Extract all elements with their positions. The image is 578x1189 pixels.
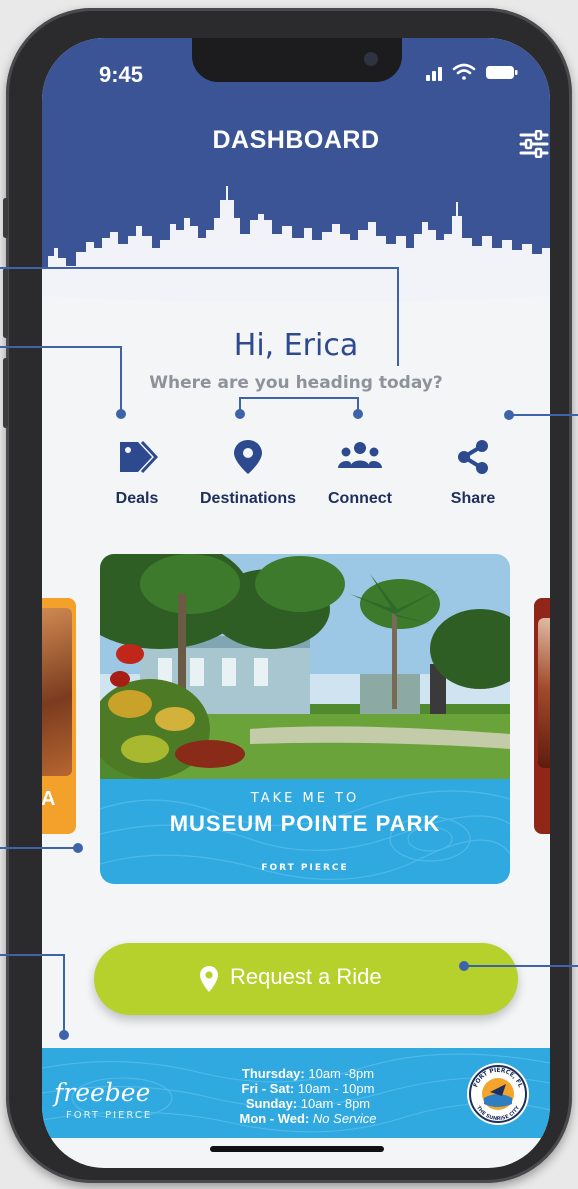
wifi-icon xyxy=(452,63,476,80)
card-letter: A xyxy=(42,788,56,810)
volume-down-button xyxy=(3,358,8,428)
destination-name: MUSEUM POINTE PARK xyxy=(169,811,441,836)
request-ride-button[interactable]: Request a Ride xyxy=(94,943,518,1015)
quick-action-label: Deals xyxy=(115,490,159,507)
hours-row: Fri - Sat: 10am - 10pm xyxy=(241,1081,375,1096)
volume-up-button xyxy=(3,268,8,338)
quick-action-share[interactable]: Share xyxy=(418,438,528,508)
food-photo xyxy=(42,608,72,776)
hours-row: Thursday: 10am -8pm xyxy=(241,1066,375,1081)
service-hours-footer: freebee FORT PIERCE Thursday: 10am -8pm … xyxy=(42,1048,550,1138)
status-icons xyxy=(426,63,518,81)
destination-card-museum-pointe-park[interactable]: TAKE ME TO MUSEUM POINTE PARK FORT PIERC… xyxy=(100,554,510,884)
destination-pretitle: TAKE ME TO xyxy=(250,791,360,806)
city-skyline-graphic xyxy=(42,186,550,318)
mute-switch xyxy=(3,198,8,238)
quick-action-label: Destinations xyxy=(199,490,296,507)
page-title: DASHBOARD xyxy=(212,126,380,154)
freebee-logo-subtitle: FORT PIERCE xyxy=(66,1110,153,1121)
destination-card-previous[interactable]: A xyxy=(42,598,76,834)
quick-action-connect[interactable]: Connect xyxy=(305,438,415,508)
camera-notch xyxy=(192,38,402,82)
quick-action-destinations[interactable]: Destinations xyxy=(193,438,303,508)
battery-icon xyxy=(486,66,518,79)
freebee-logo: freebee xyxy=(54,1078,151,1107)
quick-action-label: Connect xyxy=(328,490,392,507)
park-photo xyxy=(100,554,510,779)
signal-icon xyxy=(426,67,442,81)
greeting-subtitle: Where are you heading today? xyxy=(149,373,443,393)
share-icon xyxy=(458,440,488,474)
hours-row: Sunday: 10am - 8pm xyxy=(245,1096,371,1111)
destination-city: FORT PIERCE xyxy=(261,863,349,873)
quick-action-deals[interactable]: Deals xyxy=(82,438,192,508)
home-indicator xyxy=(210,1146,384,1152)
app-screen: 9:45 DASHBOARD Hi, Erica Where are you h… xyxy=(42,38,550,1168)
filter-sliders-icon[interactable] xyxy=(518,130,550,158)
front-camera xyxy=(364,52,378,66)
phone-frame: 9:45 DASHBOARD Hi, Erica Where are you h… xyxy=(3,8,572,1183)
food-photo xyxy=(538,618,550,768)
users-icon xyxy=(338,442,382,468)
destination-card-next[interactable]: & xyxy=(534,598,550,834)
quick-action-label: Share xyxy=(450,490,496,507)
tag-icon xyxy=(120,440,158,474)
greeting-title: Hi, Erica xyxy=(233,328,359,363)
service-hours: Thursday: 10am -8pm Fri - Sat: 10am - 10… xyxy=(210,1066,406,1126)
map-pin-icon xyxy=(234,440,262,474)
location-pin-icon xyxy=(200,966,218,992)
destination-banner: TAKE ME TO MUSEUM POINTE PARK FORT PIERC… xyxy=(100,779,510,884)
hours-row: Mon - Wed: No Service xyxy=(239,1111,377,1126)
fort-pierce-city-seal: FORT PIERCE, FL THE SUNRISE CITY xyxy=(467,1063,529,1125)
request-ride-label: Request a Ride xyxy=(230,964,382,989)
status-time: 9:45 xyxy=(99,62,144,87)
